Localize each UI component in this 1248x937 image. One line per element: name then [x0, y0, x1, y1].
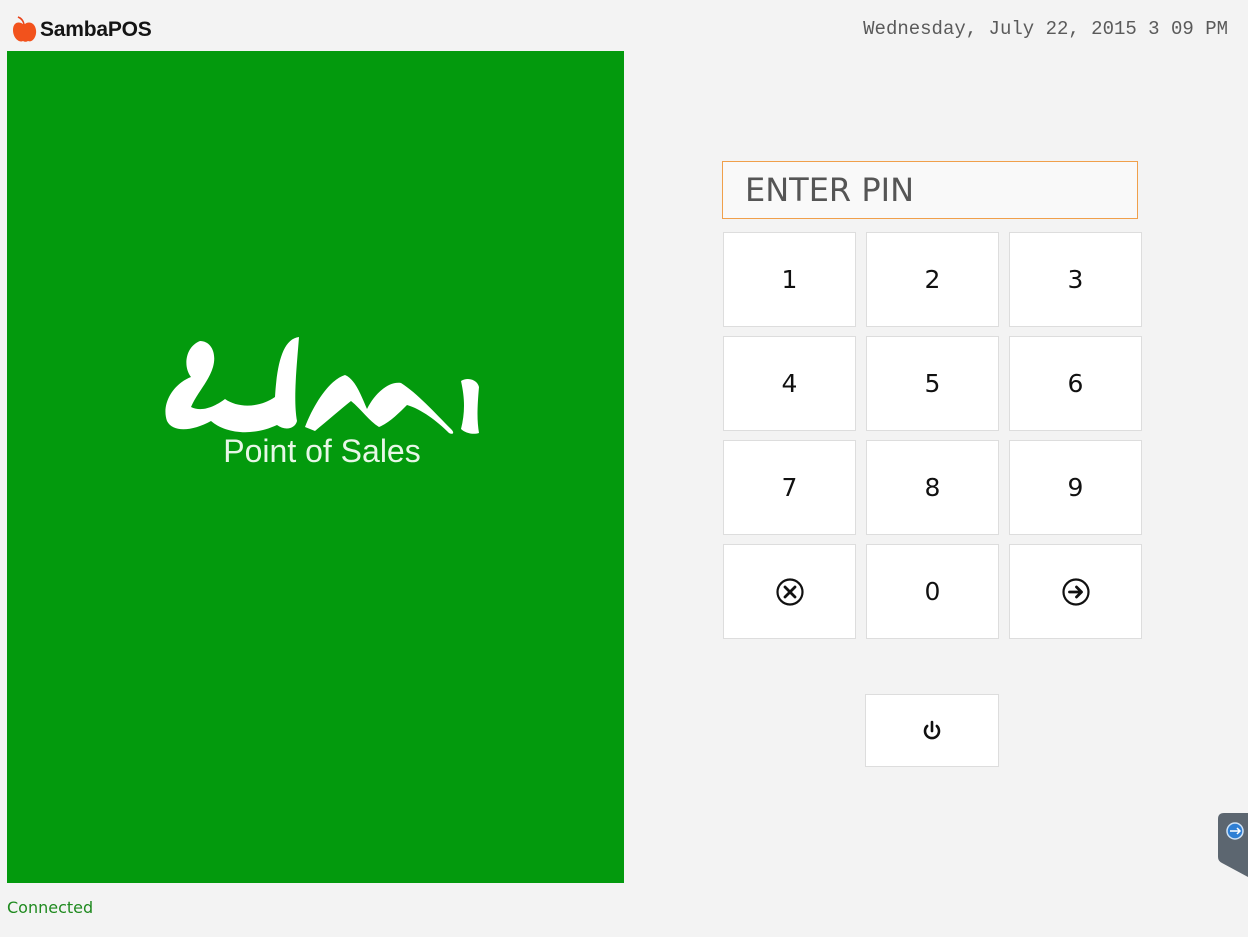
power-icon	[923, 720, 941, 739]
key-label: 8	[924, 473, 941, 502]
key-label: 7	[781, 473, 798, 502]
key-3[interactable]: 3	[1009, 232, 1142, 327]
key-label: 5	[924, 369, 941, 398]
pin-keypad: 1 2 3 4 5 6 7 8 9 0	[723, 232, 1142, 639]
key-label: 0	[924, 577, 941, 606]
brand-name: SambaPOS	[40, 18, 152, 41]
key-9[interactable]: 9	[1009, 440, 1142, 535]
key-2[interactable]: 2	[866, 232, 999, 327]
key-label: 1	[781, 265, 798, 294]
key-4[interactable]: 4	[723, 336, 856, 431]
clear-circle-x-icon	[775, 577, 804, 606]
shutdown-button[interactable]	[865, 694, 999, 767]
pin-input[interactable]	[743, 170, 1137, 210]
apple-logo-icon	[13, 16, 37, 42]
key-8[interactable]: 8	[866, 440, 999, 535]
key-6[interactable]: 6	[1009, 336, 1142, 431]
key-7[interactable]: 7	[723, 440, 856, 535]
splash-subtitle: Point of Sales	[223, 433, 421, 469]
key-label: 4	[781, 369, 798, 398]
enter-circle-arrow-icon	[1061, 577, 1090, 606]
key-label: 2	[924, 265, 941, 294]
key-1[interactable]: 1	[723, 232, 856, 327]
key-0[interactable]: 0	[866, 544, 999, 639]
date-time-display: Wednesday, July 22, 2015 3 09 PM	[863, 18, 1228, 40]
enter-button[interactable]	[1009, 544, 1142, 639]
connection-status: Connected	[7, 898, 94, 917]
splash-panel: Point of Sales	[7, 51, 624, 883]
teamviewer-icon[interactable]	[1218, 813, 1248, 877]
sambapos-logo: SambaPOS	[10, 14, 152, 46]
key-label: 3	[1067, 265, 1084, 294]
key-5[interactable]: 5	[866, 336, 999, 431]
key-label: 6	[1067, 369, 1084, 398]
pin-field-container	[722, 161, 1138, 219]
key-label: 9	[1067, 473, 1084, 502]
clear-button[interactable]	[723, 544, 856, 639]
